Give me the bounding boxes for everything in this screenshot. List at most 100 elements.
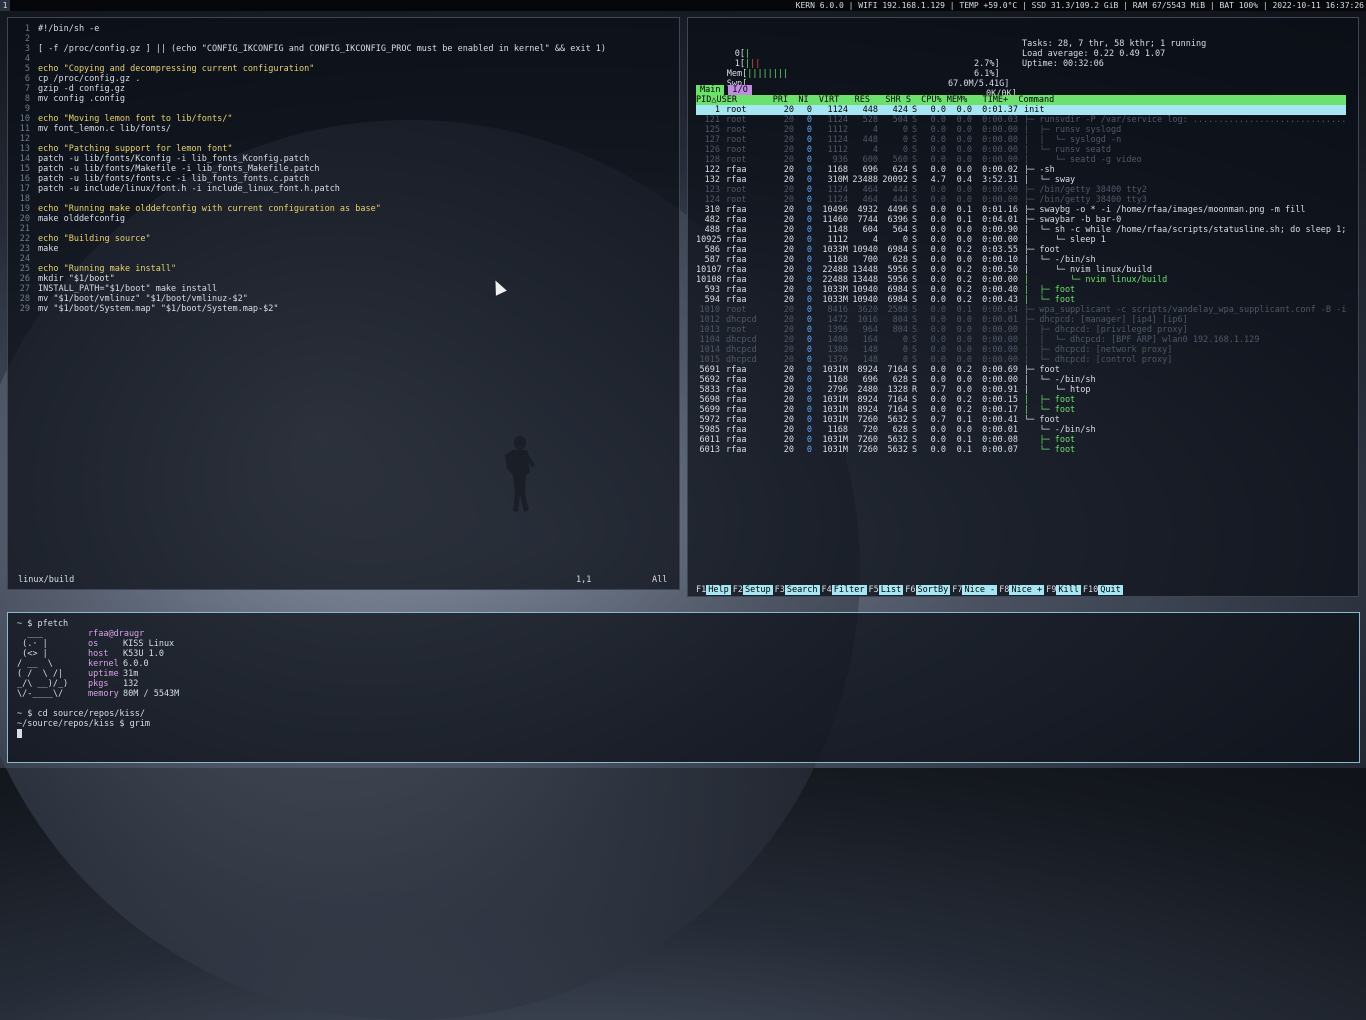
fkey-f5[interactable]: F5 bbox=[869, 585, 879, 595]
process-row[interactable]: 5691 rfaa 20 0 1031M 8924 7164 S 0.0 0.2 0:00.69 ├─… bbox=[696, 365, 1346, 375]
fkey-f10[interactable]: F10 bbox=[1083, 585, 1098, 595]
fkey-f8[interactable]: F8 bbox=[999, 585, 1009, 595]
code-line[interactable]: 15 patch -u lib/fonts/Makefile -i lib_fon… bbox=[8, 164, 320, 174]
code-line[interactable]: 27 INSTALL_PATH="$1/boot" make install bbox=[8, 284, 217, 294]
process-cpu: 0.7 bbox=[930, 385, 946, 395]
process-row[interactable]: 1015 dhcpcd 20 0 1376 148 0 S 0.0 0.0 0:00.00 │ └─ … bbox=[696, 355, 1346, 365]
process-row[interactable]: 1012 dhcpcd 20 0 1472 1016 804 S 0.0 0.0 0:00.01 ├─… bbox=[696, 315, 1346, 325]
process-row[interactable]: 488 rfaa 20 0 1148 604 564 S 0.0 0.0 0:00.90 │ └─ s… bbox=[696, 225, 1346, 235]
process-row[interactable]: 1014 dhcpcd 20 0 1380 148 0 S 0.0 0.0 0:00.00 │ ├─ … bbox=[696, 345, 1346, 355]
process-row[interactable]: 6013 rfaa 20 0 1031M 7260 5632 S 0.0 0.1 0:00.07 └… bbox=[696, 445, 1346, 455]
process-row[interactable]: 1104 dhcpcd 20 0 1408 164 0 S 0.0 0.0 0:00.00 │ │ └… bbox=[696, 335, 1346, 345]
process-row[interactable]: 593 rfaa 20 0 1033M 10940 6984 S 0.0 0.2 0:00.40 │ … bbox=[696, 285, 1346, 295]
process-row[interactable]: 123 root 20 0 1124 464 444 S 0.0 0.0 0:00.00 ├─ /bi… bbox=[696, 185, 1346, 195]
code-line[interactable]: 5 echo "Copying and decompressing current… bbox=[8, 64, 314, 74]
process-row[interactable]: 121 root 20 0 1124 528 504 S 0.0 0.0 0:00.03 ├─ run… bbox=[696, 115, 1346, 125]
fkey-label[interactable]: Quit bbox=[1098, 585, 1123, 595]
terminal-window[interactable]: ~ $ pfetch rfaa@draugr ___ (.· | (<> | / … bbox=[7, 612, 1360, 763]
code-line[interactable]: 2 bbox=[8, 34, 38, 44]
process-table-header[interactable]: PID△USER PRI NI VIRT RES SHR S CPU% MEM%… bbox=[696, 95, 1346, 105]
fkey-label[interactable]: List bbox=[878, 585, 904, 595]
htop-window[interactable]: 0[| 2.7%] 1[||| 6.1%] Mem[|||||||| 67.0M… bbox=[687, 17, 1359, 597]
fkey-label[interactable]: Setup bbox=[742, 585, 773, 595]
fkey-label[interactable]: Kill bbox=[1056, 585, 1081, 595]
code-line[interactable]: 4 bbox=[8, 54, 38, 64]
workspace-1[interactable]: 1 bbox=[0, 0, 10, 11]
process-row[interactable]: 1 root 20 0 1124 448 424 S 0.0 0.0 0:01.37 init bbox=[696, 105, 1346, 115]
code-line[interactable]: 19 echo "Running make olddefconfig with c… bbox=[8, 204, 381, 214]
process-virt: 2796 bbox=[827, 385, 848, 395]
terminal-cursor[interactable] bbox=[17, 729, 22, 739]
process-row[interactable]: 6011 rfaa 20 0 1031M 7260 5632 S 0.0 0.1 0:00.08 ├… bbox=[696, 435, 1346, 445]
process-row[interactable]: 5692 rfaa 20 0 1168 696 628 S 0.0 0.0 0:00.00 │ └─ … bbox=[696, 375, 1346, 385]
process-row[interactable]: 1010 root 20 0 8416 3620 2588 S 0.0 0.1 0:00.04 ├─ … bbox=[696, 305, 1346, 315]
process-mem: 0.0 bbox=[956, 335, 972, 345]
fkey-label[interactable]: Search bbox=[784, 585, 820, 595]
code-line[interactable]: 11 mv font_lemon.c lib/fonts/ bbox=[8, 124, 171, 134]
process-row[interactable]: 5833 rfaa 20 0 2796 2480 1328 R 0.7 0.0 0:00.91 │ └… bbox=[696, 385, 1346, 395]
tab-io[interactable]: I/O bbox=[728, 85, 752, 95]
fkey-f3[interactable]: F3 bbox=[775, 585, 785, 595]
process-row[interactable]: 10925 rfaa 20 0 1112 4 0 S 0.0 0.0 0:00.00 │ └─ sle… bbox=[696, 235, 1346, 245]
process-row[interactable]: 132 rfaa 20 0 310M 23488 20092 S 4.7 0.4 3:52.31 │ … bbox=[696, 175, 1346, 185]
process-row[interactable]: 124 root 20 0 1124 464 444 S 0.0 0.0 0:00.00 ├─ /bi… bbox=[696, 195, 1346, 205]
code-line[interactable]: 23 make bbox=[8, 244, 59, 254]
tab-main[interactable]: Main bbox=[696, 85, 725, 95]
code-line[interactable]: 28 mv "$1/boot/vmlinuz" "$1/boot/vmlinuz-… bbox=[8, 294, 248, 304]
code-line[interactable]: 24 bbox=[8, 254, 38, 264]
process-row[interactable]: 10108 rfaa 20 0 22488 13448 5956 S 0.0 0.2 0:00.00… bbox=[696, 275, 1346, 285]
process-row[interactable]: 5985 rfaa 20 0 1168 720 628 S 0.0 0.0 0:00.01 └─ -… bbox=[696, 425, 1346, 435]
code-line[interactable]: 17 patch -u include/linux/font.h -i inclu… bbox=[8, 184, 340, 194]
fkey-f1[interactable]: F1 bbox=[696, 585, 706, 595]
fkey-label[interactable]: SortBy bbox=[915, 585, 951, 595]
fkey-label[interactable]: Filter bbox=[831, 585, 867, 595]
code-line[interactable]: 1 #!/bin/sh -e bbox=[8, 24, 100, 34]
process-mem: 0.0 bbox=[956, 255, 972, 265]
process-row[interactable]: 5698 rfaa 20 0 1031M 8924 7164 S 0.0 0.2 0:00.15 │ … bbox=[696, 395, 1346, 405]
process-row[interactable]: 310 rfaa 20 0 10496 4932 4496 S 0.0 0.1 0:01.16 ├─ … bbox=[696, 205, 1346, 215]
process-row[interactable]: 482 rfaa 20 0 11460 7744 6396 S 0.0 0.1 0:04.01 ├─ … bbox=[696, 215, 1346, 225]
code-line[interactable]: 20 make olddefconfig bbox=[8, 214, 125, 224]
fkey-label[interactable]: Help bbox=[706, 585, 731, 595]
code-line[interactable]: 10 echo "Moving lemon font to lib/fonts/" bbox=[8, 114, 233, 124]
fkey-label[interactable]: Nice + bbox=[1009, 585, 1045, 595]
process-row[interactable]: 127 root 20 0 1124 448 0 S 0.0 0.0 0:00.00 │ │ └─ s… bbox=[696, 135, 1346, 145]
code-line[interactable]: 14 patch -u lib/fonts/Kconfig -i lib_font… bbox=[8, 154, 309, 164]
process-res: 696 bbox=[862, 375, 878, 385]
process-cmd: ├─ /bin/getty 38400 tty3 bbox=[1024, 195, 1147, 205]
code-line[interactable]: 8 mv config .config bbox=[8, 94, 125, 104]
code-line[interactable]: 16 patch -u lib/fonts/fonts.c -i lib_font… bbox=[8, 174, 309, 184]
code-line[interactable]: 9 bbox=[8, 104, 38, 114]
process-row[interactable]: 586 rfaa 20 0 1033M 10940 6984 S 0.0 0.2 0:03.55 ├─… bbox=[696, 245, 1346, 255]
fkey-f2[interactable]: F2 bbox=[733, 585, 743, 595]
code-line[interactable]: 6 cp /proc/config.gz . bbox=[8, 74, 140, 84]
code-line[interactable]: 13 echo "Patching support for lemon font" bbox=[8, 144, 233, 154]
fkey-label[interactable]: Nice - bbox=[962, 585, 998, 595]
process-row[interactable]: 1013 root 20 0 1396 964 804 S 0.0 0.0 0:00.00 │ ├─ … bbox=[696, 325, 1346, 335]
nvim-window[interactable]: 1 #!/bin/sh -e 2 3 [ -f /proc/config.gz ] ||… bbox=[7, 17, 680, 590]
process-row[interactable]: 125 root 20 0 1112 4 0 S 0.0 0.0 0:00.00 │ ├─ runsv… bbox=[696, 125, 1346, 135]
code-line[interactable]: 22 echo "Building source" bbox=[8, 234, 151, 244]
code-line[interactable]: 26 mkdir "$1/boot" bbox=[8, 274, 115, 284]
code-line[interactable]: 29 mv "$1/boot/System.map" "$1/boot/Syste… bbox=[8, 304, 279, 314]
fkey-f7[interactable]: F7 bbox=[952, 585, 962, 595]
process-row[interactable]: 5699 rfaa 20 0 1031M 8924 7164 S 0.0 0.2 0:00.17 │ … bbox=[696, 405, 1346, 415]
process-row[interactable]: 128 root 20 0 936 600 560 S 0.0 0.0 0:00.00 │ └─ se… bbox=[696, 155, 1346, 165]
process-row[interactable]: 122 rfaa 20 0 1168 696 624 S 0.0 0.0 0:00.02 ├─ -sh bbox=[696, 165, 1346, 175]
fkey-f6[interactable]: F6 bbox=[905, 585, 915, 595]
process-user: rfaa bbox=[726, 405, 747, 415]
fkey-f4[interactable]: F4 bbox=[822, 585, 832, 595]
process-ni: 0 bbox=[806, 335, 812, 345]
code-line[interactable]: 21 bbox=[8, 224, 38, 234]
code-line[interactable]: 25 echo "Running make install" bbox=[8, 264, 176, 274]
code-line[interactable]: 3 [ -f /proc/config.gz ] || (echo "CONFIG… bbox=[8, 44, 606, 54]
process-row[interactable]: 594 rfaa 20 0 1033M 10940 6984 S 0.0 0.2 0:00.43 │ … bbox=[696, 295, 1346, 305]
process-row[interactable]: 587 rfaa 20 0 1168 700 628 S 0.0 0.0 0:00.10 │ └─ -… bbox=[696, 255, 1346, 265]
code-line[interactable]: 7 gzip -d config.gz bbox=[8, 84, 125, 94]
process-row[interactable]: 10107 rfaa 20 0 22488 13448 5956 S 0.0 0.2 0:00.50… bbox=[696, 265, 1346, 275]
process-row[interactable]: 126 root 20 0 1112 4 0 S 0.0 0.0 0:00.00 │ └─ runsv… bbox=[696, 145, 1346, 155]
code-line[interactable]: 18 bbox=[8, 194, 38, 204]
process-row[interactable]: 5972 rfaa 20 0 1031M 7260 5632 S 0.7 0.1 0:00.41 └─… bbox=[696, 415, 1346, 425]
code-line[interactable]: 12 bbox=[8, 134, 38, 144]
fkey-f9[interactable]: F9 bbox=[1046, 585, 1056, 595]
